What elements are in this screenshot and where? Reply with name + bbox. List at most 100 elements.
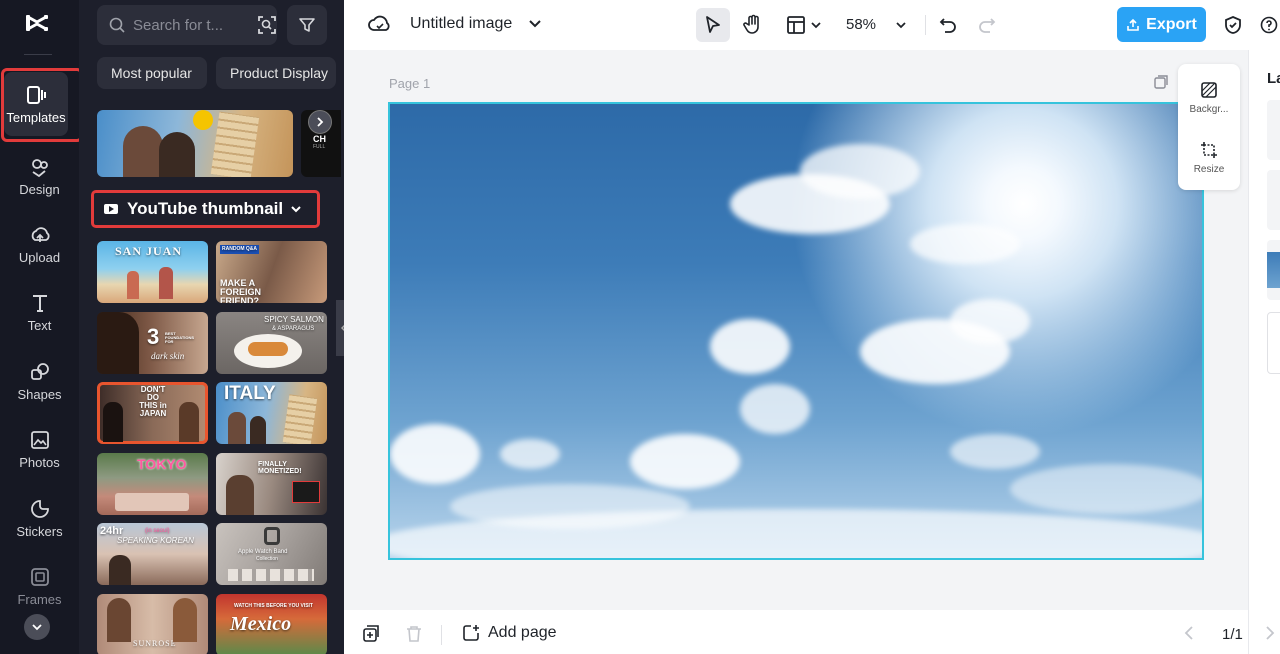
chip-most-popular[interactable]: Most popular	[97, 57, 207, 89]
layout-tool-button[interactable]	[782, 8, 826, 42]
rail-item-upload[interactable]: Upload	[2, 212, 77, 276]
thumbnail-badge: RANDOM Q&A	[220, 245, 259, 254]
thumbnail-sub: & ASPARAGUS	[272, 326, 315, 332]
template-thumbnail[interactable]: 24hr (in seoul) SPEAKING KOREAN	[97, 523, 208, 585]
hand-tool-button[interactable]	[736, 8, 770, 42]
canvas-side-tools: Backgr... Resize	[1178, 64, 1240, 190]
thumbnail-caption: MAKE A FOREIGN FRIEND?	[220, 278, 262, 304]
rail-item-text[interactable]: Text	[2, 280, 77, 344]
featured-tower	[210, 111, 260, 177]
thumbnail-script: SPEAKING KOREAN	[117, 536, 194, 545]
featured-person	[123, 126, 163, 177]
thumbnail-caption: TOKYO	[137, 456, 187, 472]
template-thumbnail[interactable]: TOKYO	[97, 453, 208, 515]
select-tool-button[interactable]	[696, 8, 730, 42]
rail-item-design[interactable]: Design	[2, 144, 77, 208]
template-thumbnail[interactable]: SUNROSE	[97, 594, 208, 654]
section-youtube-thumbnail[interactable]: YouTube thumbnail	[91, 190, 320, 228]
chevron-down-icon	[811, 22, 821, 29]
featured-template[interactable]	[97, 110, 293, 177]
thumbnail-caption: SAN JUAN	[115, 244, 183, 258]
cloud-shape	[500, 439, 560, 469]
rail-label: Frames	[17, 591, 62, 607]
chevron-right-icon	[317, 117, 324, 127]
thumbnail-caption: Mexico	[230, 613, 292, 635]
thumbnail-sub: (in seoul)	[145, 528, 170, 534]
rail-item-photos[interactable]: Photos	[2, 417, 77, 481]
next-page-icon[interactable]	[1265, 626, 1275, 640]
rail-label: Shapes	[17, 386, 62, 402]
export-icon	[1127, 18, 1139, 31]
redo-button[interactable]	[970, 8, 1004, 42]
zoom-level[interactable]: 58%	[846, 16, 876, 33]
design-canvas[interactable]	[388, 102, 1204, 560]
previous-page-icon[interactable]	[1184, 626, 1194, 640]
duplicate-page-icon[interactable]	[1153, 74, 1169, 90]
export-button[interactable]: Export	[1117, 7, 1206, 42]
template-thumbnail[interactable]: DON'T DO THIS in JAPAN	[97, 382, 208, 444]
template-thumbnail[interactable]: SAN JUAN	[97, 241, 208, 303]
search-box[interactable]	[97, 5, 277, 45]
cloud-shape	[950, 299, 1030, 344]
chevron-down-icon	[291, 206, 301, 213]
cloud-shape	[710, 319, 790, 374]
rail-more-button[interactable]	[24, 614, 50, 640]
page-label: Page 1	[389, 76, 431, 91]
template-thumbnail[interactable]: WATCH THIS BEFORE YOU VISIT Mexico	[216, 594, 327, 654]
rail-item-frames[interactable]: Frames	[2, 554, 77, 618]
rail-item-shapes[interactable]: Shapes	[2, 349, 77, 413]
zoom-dropdown-button[interactable]	[890, 8, 912, 42]
bottom-bar: Add page 1/1	[344, 610, 1248, 654]
thumbnail-script: dark skin	[151, 351, 185, 361]
layer-item[interactable]	[1267, 240, 1280, 300]
layer-item[interactable]	[1267, 100, 1280, 160]
background-icon	[1201, 82, 1217, 98]
capcut-logo[interactable]	[22, 8, 52, 38]
search-input[interactable]	[133, 16, 243, 34]
cloud-shape	[1010, 464, 1202, 514]
thumbnail-caption: SUNROSE	[133, 639, 177, 648]
carousel-next-button[interactable]	[308, 110, 332, 134]
template-thumbnail[interactable]: FINALLY MONETIZED!	[216, 453, 327, 515]
toolbar-divider	[925, 15, 926, 35]
template-thumbnail[interactable]: SPICY SALMON & ASPARAGUS	[216, 312, 327, 374]
shield-icon	[1225, 16, 1241, 34]
thumbnail-caption: SPICY SALMON	[264, 315, 324, 324]
add-element-icon[interactable]	[362, 625, 380, 643]
left-rail: Templates Design Upload Text Shapes Phot…	[0, 0, 83, 654]
chip-product-display[interactable]: Product Display	[216, 57, 336, 89]
design-icon	[31, 158, 48, 177]
template-thumbnail[interactable]: ITALY	[216, 382, 327, 444]
background-label: Backgr...	[1189, 104, 1229, 115]
cloud-sync-icon[interactable]	[368, 13, 392, 35]
pointer-icon	[706, 16, 720, 33]
cloud-shape	[390, 424, 480, 484]
document-title[interactable]: Untitled image	[410, 15, 512, 33]
rail-item-stickers[interactable]: Stickers	[2, 486, 77, 550]
photos-icon	[30, 430, 49, 449]
help-button[interactable]	[1258, 8, 1280, 42]
chevron-down-icon[interactable]	[528, 15, 542, 33]
add-page-button[interactable]: Add page	[462, 624, 557, 642]
resize-tool[interactable]: Resize	[1178, 130, 1240, 186]
layer-item[interactable]	[1267, 312, 1280, 374]
undo-button[interactable]	[931, 8, 965, 42]
layer-item[interactable]	[1267, 170, 1280, 230]
template-thumbnail[interactable]: RANDOM Q&A MAKE A FOREIGN FRIEND?	[216, 241, 327, 303]
filter-button[interactable]	[287, 5, 327, 45]
youtube-icon	[104, 204, 118, 214]
templates-panel: Most popular Product Display CH FULL You…	[79, 0, 344, 654]
cloud-shape	[630, 434, 740, 489]
template-thumbnail[interactable]: Apple Watch Band Collection	[216, 523, 327, 585]
featured-person	[159, 132, 195, 177]
shield-button[interactable]	[1216, 8, 1250, 42]
template-thumbnail[interactable]: 3 BEST FOUNDATIONS FOR dark skin	[97, 312, 208, 374]
cloud-shape	[800, 144, 920, 199]
background-tool[interactable]: Backgr...	[1178, 70, 1240, 126]
trash-icon[interactable]	[406, 625, 422, 643]
thumbnail-sub: BEST FOUNDATIONS FOR	[165, 331, 195, 344]
thumbnail-caption: FINALLY MONETIZED!	[258, 461, 302, 475]
rail-label: Photos	[19, 454, 60, 470]
cloud-shape	[950, 434, 1040, 469]
image-search-icon[interactable]	[255, 13, 279, 37]
